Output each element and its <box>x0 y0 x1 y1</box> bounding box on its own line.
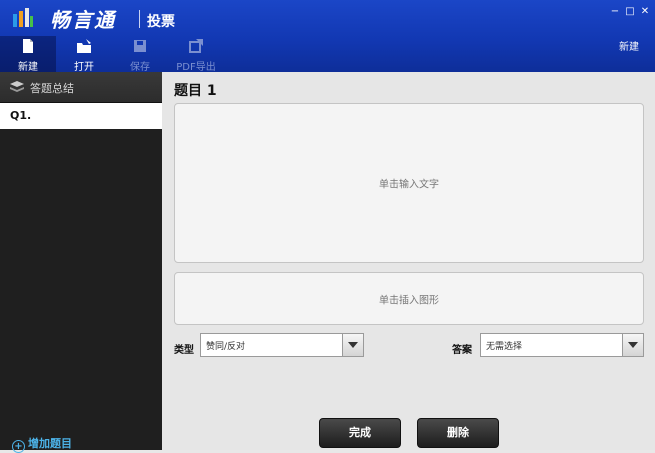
editor-panel: 题目 1 单击输入文字 单击插入图形 类型 赞同/反对 答案 无需选择 完成 删… <box>162 72 655 450</box>
sidebar: 答题总结 Q1. + 增加题目 <box>0 72 162 453</box>
answer-select-value: 无需选择 <box>486 342 523 352</box>
pdf-export-button-label: PDF导出 <box>176 62 216 73</box>
chevron-down-icon[interactable] <box>342 334 363 356</box>
answer-label: 答案 <box>452 345 472 356</box>
question-list-item[interactable]: Q1. <box>0 103 162 129</box>
title-bar: 畅言通 投票 − □ ✕ 新建 打开 保存 PDF导出 新建 <box>0 0 655 73</box>
maximize-button[interactable]: □ <box>625 7 635 17</box>
new-button[interactable]: 新建 <box>0 36 56 73</box>
window-title: 投票 <box>147 14 175 30</box>
new-button-label: 新建 <box>18 62 38 73</box>
question-label: Q1. <box>10 109 32 122</box>
open-button-label: 打开 <box>74 62 94 73</box>
new-link-right[interactable]: 新建 <box>619 38 639 53</box>
summary-header[interactable]: 答题总结 <box>0 72 162 103</box>
delete-button[interactable]: 删除 <box>417 418 499 448</box>
save-button-label: 保存 <box>130 62 150 73</box>
toolbar: 新建 打开 保存 PDF导出 <box>0 36 224 73</box>
app-logo-icon <box>13 8 33 27</box>
app-logo-text: 畅言通 <box>50 8 116 32</box>
open-folder-icon <box>77 39 91 53</box>
image-placeholder: 单击插入图形 <box>379 295 439 306</box>
add-topic-button[interactable]: + 增加题目 <box>12 435 72 453</box>
save-button[interactable]: 保存 <box>112 36 168 73</box>
chevron-down-icon[interactable] <box>622 334 643 356</box>
done-button[interactable]: 完成 <box>319 418 401 448</box>
summary-header-label: 答题总结 <box>30 82 74 95</box>
close-button[interactable]: ✕ <box>640 7 650 17</box>
type-select[interactable]: 赞同/反对 <box>200 333 364 357</box>
save-disk-icon <box>134 40 146 52</box>
type-select-value: 赞同/反对 <box>206 342 246 352</box>
topic-title: 题目 1 <box>174 83 217 99</box>
answer-select[interactable]: 无需选择 <box>480 333 644 357</box>
insert-image-area[interactable]: 单击插入图形 <box>174 272 644 325</box>
add-topic-label: 增加题目 <box>28 437 72 450</box>
pdf-export-button[interactable]: PDF导出 <box>168 36 224 73</box>
text-placeholder: 单击输入文字 <box>379 179 439 191</box>
open-button[interactable]: 打开 <box>56 36 112 73</box>
new-file-icon <box>23 39 33 53</box>
title-separator <box>139 10 140 28</box>
type-label: 类型 <box>174 345 194 356</box>
question-text-area[interactable]: 单击输入文字 <box>174 103 644 263</box>
stack-icon <box>10 81 24 92</box>
export-icon <box>189 39 203 53</box>
add-icon: + <box>12 440 25 453</box>
minimize-button[interactable]: − <box>610 7 620 17</box>
